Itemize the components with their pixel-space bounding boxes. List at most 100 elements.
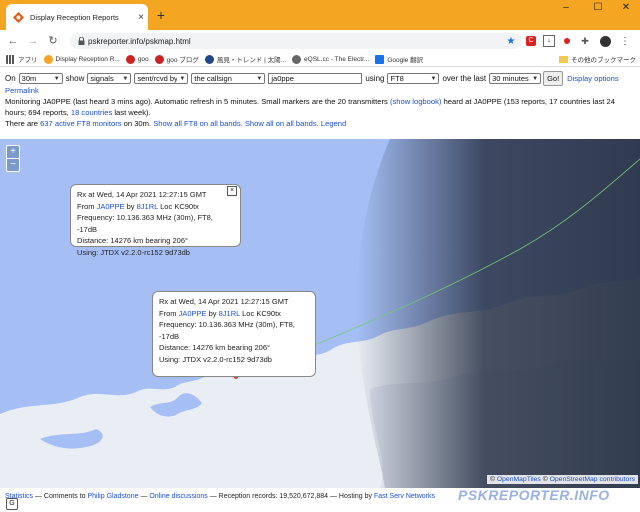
lock-icon [74, 37, 88, 45]
apps-grid-icon [6, 54, 15, 64]
last-week-text: last week). [114, 108, 151, 117]
info-popup-1: × Rx at Wed, 14 Apr 2021 12:27:15 GMT Fr… [70, 184, 241, 257]
popup-frequency: Frequency: 10.136.363 MHz (30m), FT8, [159, 320, 295, 330]
bookmarks-bar: アプリ Display Reception R... goo goo ブログ 風… [0, 52, 640, 67]
permalink-row: Permalink [5, 86, 39, 96]
discussions-link[interactable]: Online discussions [149, 493, 207, 500]
extension-red-icon[interactable]: C [524, 34, 538, 48]
map-attribution: © OpenMapTiles © OpenStreetMap contribut… [486, 475, 638, 484]
download-icon[interactable]: ↓ [542, 34, 556, 48]
tab-strip: Display Reception Reports × + – ☐ ✕ [0, 0, 640, 30]
author-link[interactable]: Philip Gladstone [88, 493, 139, 500]
bookmark-goo-blog[interactable]: goo ブログ [154, 54, 199, 64]
by-callsign-link[interactable]: 8J1RL [219, 309, 240, 318]
there-are-text: There are [5, 119, 38, 128]
extensions-puzzle-icon[interactable]: ✚ [578, 34, 592, 48]
page-footer: Statistics — Comments to Philip Gladston… [0, 487, 640, 512]
profile-icon[interactable] [598, 34, 612, 48]
zoom-in-button[interactable]: + [6, 145, 20, 159]
callsign-input[interactable]: ja0ppe [268, 73, 363, 84]
chevron-down-icon: ▼ [532, 75, 539, 82]
popup-using: Using: JTDX v2.2.0-rc152 9d73db [77, 247, 190, 257]
goo-icon [125, 54, 135, 64]
on-band-text: on 30m. [123, 119, 152, 128]
chevron-down-icon: ▼ [122, 75, 129, 82]
footer-text: Statistics — Comments to Philip Gladston… [5, 493, 436, 500]
monitoring-text: Monitoring JA0PPE (last heard 3 mins ago… [5, 97, 388, 106]
chevron-down-icon: ▼ [53, 75, 60, 82]
bookmark-apps[interactable]: アプリ [6, 54, 38, 64]
tab-title: Display Reception Reports [30, 12, 119, 22]
popup-distance: Distance: 14276 km bearing 206° [159, 343, 270, 353]
tab-close-icon[interactable]: × [134, 12, 148, 23]
popup-time: Rx at Wed, 14 Apr 2021 12:27:15 GMT [77, 190, 207, 199]
popup-from-row: From JA0PPE by 8J1RL Loc KC90tx [159, 308, 281, 318]
minimize-button[interactable]: – [552, 2, 580, 13]
direction-select[interactable]: sent/rcvd by ▼ [134, 73, 189, 84]
go-button[interactable]: Go! [543, 71, 564, 86]
monitoring-row: Monitoring JA0PPE (last heard 3 mins ago… [5, 97, 615, 107]
popup-frequency-cont: -17dB [159, 331, 180, 341]
from-callsign-link[interactable]: JA0PPE [179, 309, 207, 318]
close-window-button[interactable]: ✕ [612, 2, 640, 13]
host-link[interactable]: Fast Serv Networks [374, 493, 435, 500]
heard-text: heard at JA0PPE (153 reports, 17 countri… [443, 97, 615, 106]
openmaptiles-link[interactable]: OpenMapTiles [497, 476, 541, 483]
using-label: using [365, 74, 385, 83]
reload-icon[interactable]: ↻ [46, 34, 60, 48]
other-bookmarks[interactable]: その他のブックマーク [559, 52, 636, 66]
maximize-button[interactable]: ☐ [584, 2, 612, 13]
bookmark-trend[interactable]: 風見・トレンド | 太陽... [204, 54, 286, 64]
google-logo-icon: G [6, 498, 18, 510]
bookmark-google-translate[interactable]: Google 翻訳 [375, 54, 423, 64]
chevron-down-icon: ▼ [179, 75, 186, 82]
new-tab-button[interactable]: + [154, 8, 168, 22]
goo-blog-icon [154, 54, 164, 64]
zoom-out-button[interactable]: − [6, 158, 20, 172]
back-icon[interactable]: ← [6, 34, 20, 48]
bookmark-eqsl[interactable]: eQSL.cc - The Electr... [292, 54, 369, 64]
pskreporter-bookmark-icon [43, 54, 53, 64]
chevron-down-icon: ▼ [430, 75, 437, 82]
from-callsign-link[interactable]: JA0PPE [97, 202, 125, 211]
bookmark-display-reception[interactable]: Display Reception R... [43, 54, 120, 64]
bookmark-star-icon[interactable]: ★ [504, 36, 518, 47]
popup-using: Using: JTDX v2.2.0-rc152 9d73db [159, 354, 272, 364]
watermark: PSKREPORTER.INFO [458, 487, 610, 503]
info-popup-2: Rx at Wed, 14 Apr 2021 12:27:15 GMT From… [152, 291, 316, 377]
show-all-link[interactable]: Show all on all bands. [245, 119, 319, 128]
legend-link[interactable]: Legend [321, 119, 346, 128]
by-callsign-link[interactable]: 8J1RL [137, 202, 158, 211]
period-select[interactable]: 30 minutes ▼ [489, 73, 542, 84]
browser-toolbar: ← → ↻ pskreporter.info/pskmap.html ★ C ↓… [0, 30, 640, 52]
menu-icon[interactable]: ⋮ [618, 34, 632, 48]
google-translate-icon [375, 54, 385, 64]
bookmark-goo[interactable]: goo [125, 54, 149, 64]
show-logbook-link[interactable]: (show logbook) [390, 97, 442, 106]
extension-jp-icon[interactable] [560, 34, 574, 48]
trend-icon [204, 54, 214, 64]
reception-map[interactable]: + − × Rx at Wed, 14 Apr 2021 12:27:15 GM… [0, 139, 640, 488]
target-type-select[interactable]: the callsign ▼ [191, 73, 266, 84]
pskreporter-favicon-icon [12, 11, 24, 23]
query-form: On 30m ▼ show signals ▼ sent/rcvd by ▼ the … [5, 71, 619, 86]
on-label: On [5, 74, 16, 83]
page-controls: On 30m ▼ show signals ▼ sent/rcvd by ▼ the … [0, 67, 640, 139]
monitors-row: There are 637 active FT8 monitors on 30m… [5, 119, 346, 129]
display-options-link[interactable]: Display options [567, 74, 619, 83]
show-all-ft8-link[interactable]: Show all FT8 on all bands. [153, 119, 243, 128]
openstreetmap-link[interactable]: OpenStreetMap contributors [550, 476, 635, 483]
permalink-link[interactable]: Permalink [5, 86, 39, 95]
band-select[interactable]: 30m ▼ [18, 73, 63, 84]
forward-icon[interactable]: → [26, 34, 40, 48]
popup-frequency: Frequency: 10.136.363 MHz (30m), FT8, -1… [77, 213, 213, 234]
countries-link[interactable]: 18 countries [71, 108, 112, 117]
mode-select[interactable]: FT8 ▼ [387, 73, 440, 84]
show-select[interactable]: signals ▼ [87, 73, 132, 84]
folder-icon [559, 55, 568, 63]
night-shadow [356, 139, 640, 488]
active-monitors-link[interactable]: 637 active FT8 monitors [40, 119, 121, 128]
address-bar[interactable]: pskreporter.info/pskmap.html ★ [70, 33, 522, 49]
browser-tab[interactable]: Display Reception Reports × [6, 4, 148, 30]
close-icon[interactable]: × [227, 186, 237, 196]
